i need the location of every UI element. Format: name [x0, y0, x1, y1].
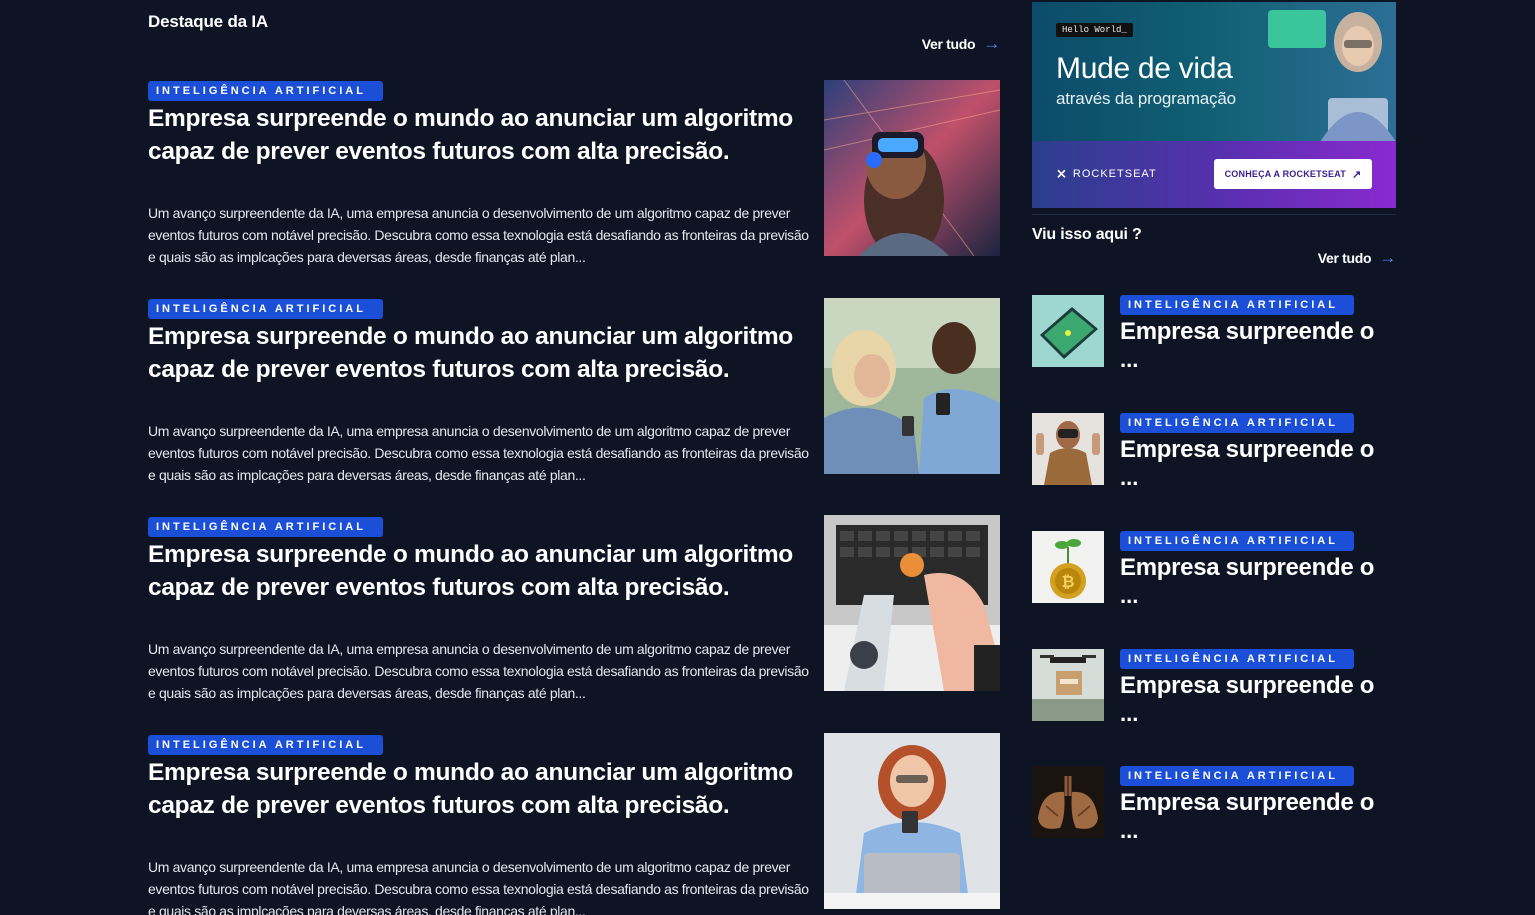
sidebar-item-ellipsis: ... [1120, 465, 1139, 490]
ad-brand-name: ROCKETSEAT [1072, 168, 1157, 180]
category-tag[interactable]: INTELIGÊNCIA ARTIFICIAL [1120, 295, 1354, 315]
rocketseat-logo: ⨯ ROCKETSEAT [1056, 166, 1157, 182]
article-headline[interactable]: Empresa surpreende o mundo ao anunciar u… [148, 103, 798, 168]
article-headline[interactable]: Empresa surpreende o mundo ao anunciar u… [148, 757, 798, 822]
category-tag[interactable]: INTELIGÊNCIA ARTIFICIAL [148, 517, 383, 537]
sidebar-title: Viu isso aqui ? [1032, 226, 1142, 243]
sidebar-item-ellipsis: ... [1120, 583, 1139, 608]
category-tag[interactable]: INTELIGÊNCIA ARTIFICIAL [148, 735, 383, 755]
ad-cta-button[interactable]: CONHEÇA A ROCKETSEAT ↗ [1214, 159, 1372, 189]
sidebar-list-item[interactable]: INTELIGÊNCIA ARTIFICIAL Empresa surpreen… [1032, 295, 1396, 375]
sidebar-item-ellipsis: ... [1120, 347, 1139, 372]
sidebar-item-ellipsis: ... [1120, 818, 1139, 843]
sidebar-list-item[interactable]: INTELIGÊNCIA ARTIFICIAL Empresa surpreen… [1032, 649, 1396, 729]
featured-ai-section: Destaque da IA Ver tudo → INTELIGÊNCIA A… [148, 0, 1000, 915]
sidebar-item-headline: Empresa surpreende o [1120, 318, 1375, 345]
see-all-label: Ver tudo [1317, 249, 1372, 266]
arrow-up-right-icon: ↗ [1351, 168, 1362, 181]
ad-subheadline: através da programação [1056, 89, 1236, 108]
sidebar-list-item[interactable]: ₿ INTELIGÊNCIA ARTIFICIAL Empresa surpre… [1032, 531, 1396, 611]
see-all-label: Ver tudo [921, 35, 976, 52]
article-card[interactable]: INTELIGÊNCIA ARTIFICIAL Empresa surpreen… [148, 80, 1000, 265]
ad-cta-label: CONHEÇA A ROCKETSEAT [1224, 169, 1346, 179]
category-tag[interactable]: INTELIGÊNCIA ARTIFICIAL [148, 299, 383, 319]
bitcoin-plant-photo[interactable]: ₿ [1032, 531, 1104, 603]
sidebar-list-item[interactable]: INTELIGÊNCIA ARTIFICIAL Empresa surpreen… [1032, 413, 1396, 493]
see-all-link[interactable]: Ver tudo → [921, 34, 1001, 53]
category-tag[interactable]: INTELIGÊNCIA ARTIFICIAL [1120, 649, 1354, 669]
category-tag[interactable]: INTELIGÊNCIA ARTIFICIAL [148, 81, 383, 101]
article-headline[interactable]: Empresa surpreende o mundo ao anunciar u… [148, 321, 798, 386]
sidebar-list-item[interactable]: INTELIGÊNCIA ARTIFICIAL Empresa surpreen… [1032, 766, 1396, 846]
sidebar-item-headline: Empresa surpreende o [1120, 436, 1375, 463]
ad-woman-portrait [1320, 12, 1396, 142]
rocketseat-logo-icon: ⨯ [1056, 166, 1068, 181]
sidebar-item-headline: Empresa surpreende o [1120, 672, 1375, 699]
article-card[interactable]: INTELIGÊNCIA ARTIFICIAL Empresa surpreen… [148, 298, 1000, 483]
delivery-drone-photo[interactable] [1032, 649, 1104, 721]
section-title: Destaque da IA [148, 12, 269, 31]
category-tag[interactable]: INTELIGÊNCIA ARTIFICIAL [1120, 766, 1354, 786]
article-headline[interactable]: Empresa surpreende o mundo ao anunciar u… [148, 539, 798, 604]
article-card[interactable]: INTELIGÊNCIA ARTIFICIAL Empresa surpreen… [148, 515, 1000, 701]
article-summary: Um avanço surpreendente da IA, uma empre… [148, 641, 809, 701]
arrow-right-icon: → [983, 34, 1000, 53]
man-vr-headset-photo[interactable] [1032, 413, 1104, 485]
category-tag[interactable]: INTELIGÊNCIA ARTIFICIAL [1120, 413, 1354, 433]
two-people-phones-photo[interactable] [824, 298, 1000, 474]
phone-map-photo[interactable] [1032, 295, 1104, 367]
divider [1032, 214, 1396, 215]
article-summary: Um avanço surpreendente da IA, uma empre… [148, 859, 809, 915]
sidebar: Hello World_ Mude de vida através da pro… [1032, 0, 1396, 915]
sidebar-item-ellipsis: ... [1120, 701, 1139, 726]
woman-smiling-phone-laptop-photo[interactable] [824, 733, 1000, 909]
woman-vr-headset-photo[interactable] [824, 80, 1000, 256]
page: Destaque da IA Ver tudo → INTELIGÊNCIA A… [0, 0, 1535, 915]
category-tag[interactable]: INTELIGÊNCIA ARTIFICIAL [1120, 531, 1354, 551]
ad-headline: Mude de vida [1056, 52, 1233, 85]
article-summary: Um avanço surpreendente da IA, uma empre… [148, 205, 809, 265]
lungs-render-photo[interactable] [1032, 766, 1104, 838]
svg-text:₿: ₿ [1061, 573, 1074, 591]
rocketseat-ad-banner[interactable]: Hello World_ Mude de vida através da pro… [1032, 2, 1396, 208]
sidebar-see-all-link[interactable]: Ver tudo → [1317, 248, 1397, 267]
article-summary: Um avanço surpreendente da IA, uma empre… [148, 423, 809, 483]
robot-and-human-hands-keyboard-photo[interactable] [824, 515, 1000, 691]
article-card[interactable]: INTELIGÊNCIA ARTIFICIAL Empresa surpreen… [148, 733, 1000, 915]
sidebar-item-headline: Empresa surpreende o [1120, 554, 1375, 581]
sidebar-item-headline: Empresa surpreende o [1120, 789, 1375, 816]
ad-hello-world-label: Hello World_ [1056, 23, 1133, 37]
arrow-right-icon: → [1379, 248, 1396, 267]
